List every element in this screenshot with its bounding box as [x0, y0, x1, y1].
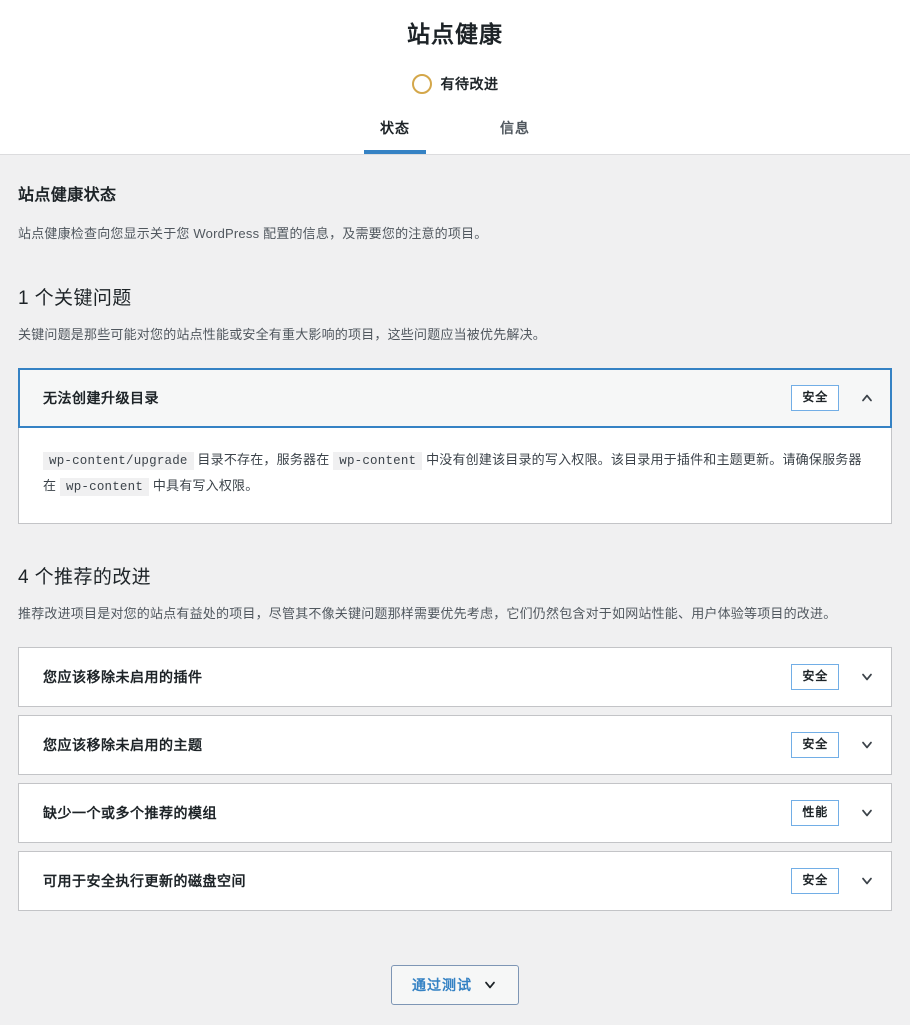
- page-title: 站点健康: [0, 20, 910, 50]
- accordion-title: 您应该移除未启用的主题: [43, 735, 203, 755]
- chevron-down-icon: [482, 977, 498, 993]
- status-badge: 性能: [791, 800, 839, 826]
- chevron-down-icon[interactable]: [859, 873, 875, 889]
- health-status: 有待改进: [0, 74, 910, 94]
- accordion-header-right: 安全: [791, 664, 875, 690]
- site-health-status-title: 站点健康状态: [18, 181, 892, 205]
- accordion-header-unused-themes[interactable]: 您应该移除未启用的主题 安全: [19, 716, 891, 774]
- status-badge: 安全: [791, 868, 839, 894]
- accordion-header-right: 安全: [791, 868, 875, 894]
- code-snippet: wp-content: [333, 452, 422, 470]
- spacer: [18, 524, 892, 562]
- tab-status[interactable]: 状态: [364, 118, 426, 154]
- accordion-header-unused-plugins[interactable]: 您应该移除未启用的插件 安全: [19, 648, 891, 706]
- accordion-panel: 可用于安全执行更新的磁盘空间 安全: [18, 851, 892, 911]
- accordion-title: 缺少一个或多个推荐的模组: [43, 803, 217, 823]
- chevron-up-icon[interactable]: [859, 390, 875, 406]
- accordion-panel: 您应该移除未启用的主题 安全: [18, 715, 892, 775]
- body-text-part: 中具有写入权限。: [149, 478, 258, 493]
- site-health-status-desc: 站点健康检查向您显示关于您 WordPress 配置的信息，及需要您的注意的项目…: [18, 223, 892, 245]
- health-status-label: 有待改进: [441, 74, 499, 94]
- chevron-down-icon[interactable]: [859, 737, 875, 753]
- accordion-title: 您应该移除未启用的插件: [43, 667, 203, 687]
- critical-issues-accordion: 无法创建升级目录 安全 wp-content/upgrade 目录不存在，服务器…: [18, 368, 892, 524]
- critical-issues-heading: 1 个关键问题: [18, 283, 892, 310]
- accordion-title: 可用于安全执行更新的磁盘空间: [43, 871, 246, 891]
- accordion-header-disk-space[interactable]: 可用于安全执行更新的磁盘空间 安全: [19, 852, 891, 910]
- code-snippet: wp-content/upgrade: [43, 452, 194, 470]
- tab-bar: 状态 信息: [0, 118, 910, 154]
- accordion-header-right: 安全: [791, 732, 875, 758]
- recommended-accordion: 您应该移除未启用的插件 安全 您应该移除未启用的主题 安全: [18, 647, 892, 910]
- accordion-body-text: wp-content/upgrade 目录不存在，服务器在 wp-content…: [43, 448, 867, 500]
- circle-ring-icon: [412, 74, 432, 94]
- recommended-heading: 4 个推荐的改进: [18, 562, 892, 589]
- accordion-body-upgrade-dir: wp-content/upgrade 目录不存在，服务器在 wp-content…: [18, 428, 892, 525]
- passed-tests-label: 通过测试: [412, 975, 472, 995]
- main-content: 站点健康状态 站点健康检查向您显示关于您 WordPress 配置的信息，及需要…: [0, 155, 910, 1025]
- code-snippet: wp-content: [60, 478, 149, 496]
- accordion-header-upgrade-dir[interactable]: 无法创建升级目录 安全: [18, 368, 892, 428]
- accordion-header-right: 性能: [791, 800, 875, 826]
- accordion-panel: 无法创建升级目录 安全 wp-content/upgrade 目录不存在，服务器…: [18, 368, 892, 524]
- accordion-panel: 您应该移除未启用的插件 安全: [18, 647, 892, 707]
- site-header: 站点健康 有待改进 状态 信息: [0, 0, 910, 155]
- critical-issues-desc: 关键问题是那些可能对您的站点性能或安全有重大影响的项目，这些问题应当被优先解决。: [18, 324, 892, 346]
- spacer: [18, 245, 892, 283]
- tab-info[interactable]: 信息: [484, 118, 546, 154]
- accordion-header-right: 安全: [791, 385, 875, 411]
- footer: 通过测试: [18, 919, 892, 1025]
- status-badge: 安全: [791, 385, 839, 411]
- chevron-down-icon[interactable]: [859, 669, 875, 685]
- status-badge: 安全: [791, 732, 839, 758]
- accordion-title: 无法创建升级目录: [43, 388, 159, 408]
- passed-tests-button[interactable]: 通过测试: [391, 965, 519, 1005]
- accordion-header-missing-modules[interactable]: 缺少一个或多个推荐的模组 性能: [19, 784, 891, 842]
- accordion-panel: 缺少一个或多个推荐的模组 性能: [18, 783, 892, 843]
- recommended-desc: 推荐改进项目是对您的站点有益处的项目，尽管其不像关键问题那样需要优先考虑，它们仍…: [18, 603, 892, 625]
- status-badge: 安全: [791, 664, 839, 690]
- body-text-part: 目录不存在，服务器在: [194, 452, 334, 467]
- chevron-down-icon[interactable]: [859, 805, 875, 821]
